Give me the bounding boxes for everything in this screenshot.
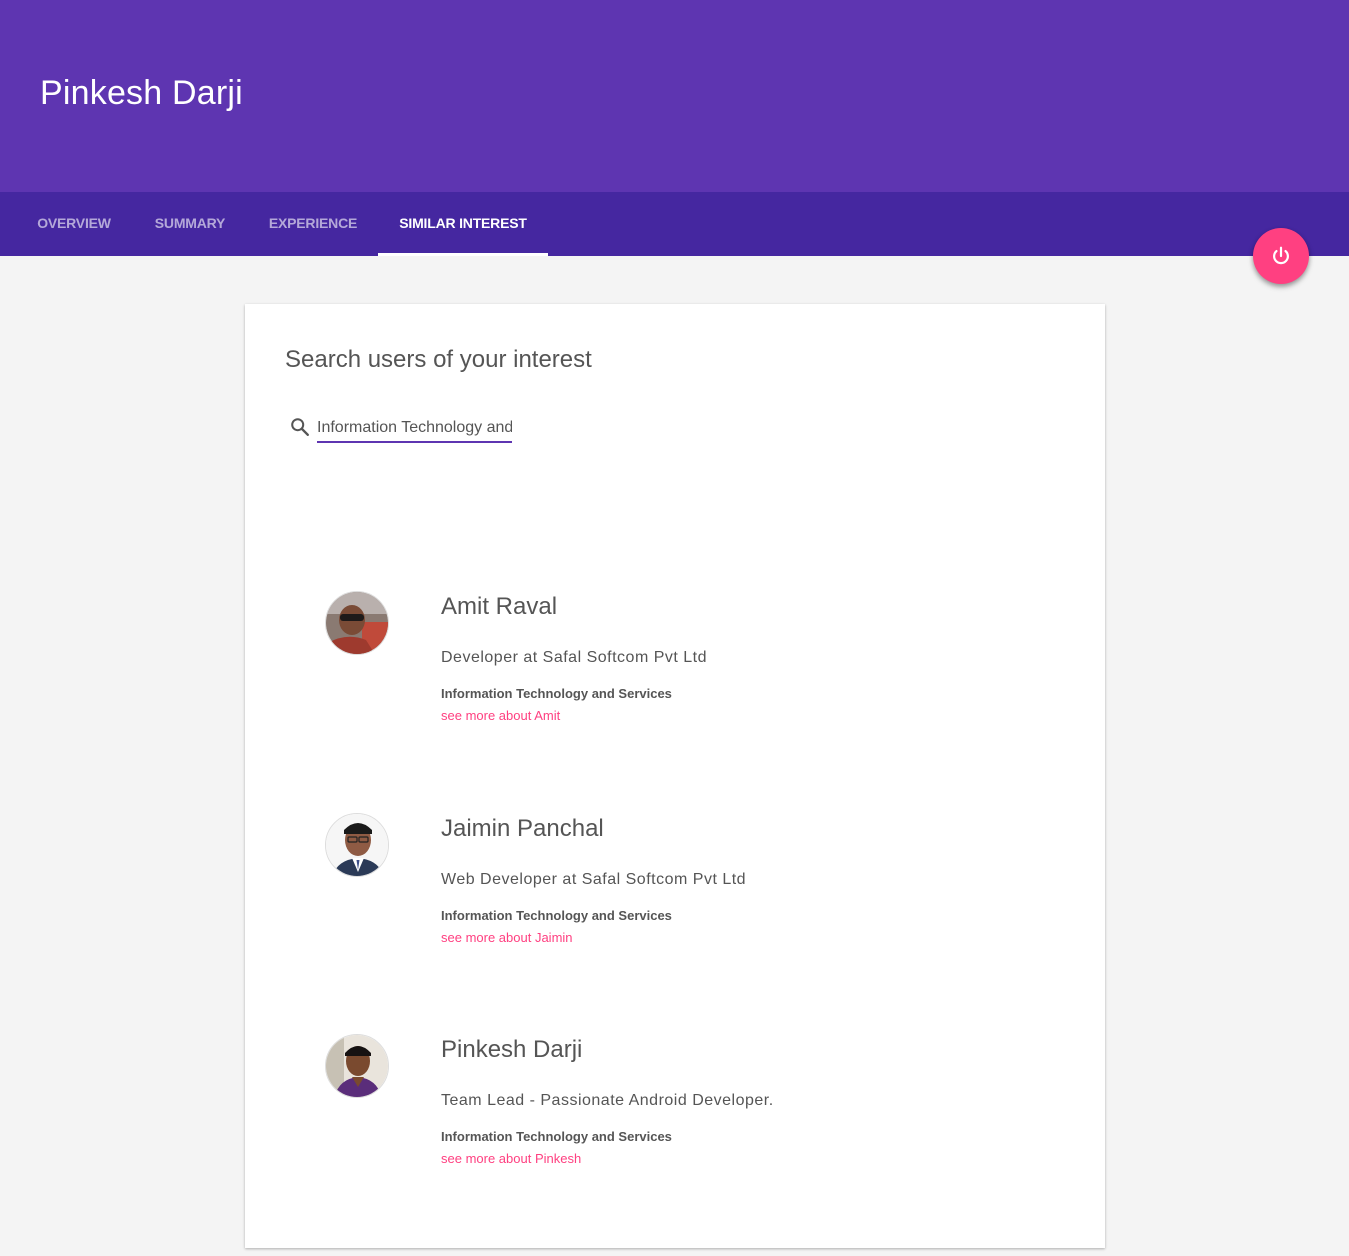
- user-result: Jaimin Panchal Web Developer at Safal So…: [325, 813, 1025, 973]
- tab-experience[interactable]: EXPERIENCE: [248, 192, 378, 256]
- tab-overview[interactable]: OVERVIEW: [16, 192, 132, 256]
- see-more-link[interactable]: see more about Amit: [441, 708, 560, 723]
- tab-summary[interactable]: SUMMARY: [132, 192, 248, 256]
- see-more-link[interactable]: see more about Pinkesh: [441, 1151, 581, 1166]
- avatar[interactable]: [325, 1034, 389, 1098]
- user-industry: Information Technology and Services: [441, 1129, 672, 1144]
- user-headline: Developer at Safal Softcom Pvt Ltd: [441, 649, 708, 666]
- page-title: Pinkesh Darji: [40, 74, 243, 112]
- avatar[interactable]: [325, 591, 389, 655]
- tab-similar-interest[interactable]: SIMILAR INTEREST: [378, 192, 548, 256]
- search-card-title: Search users of your interest: [285, 346, 592, 373]
- search-input[interactable]: [317, 415, 512, 443]
- search-card: Search users of your interest Amit Raval…: [245, 304, 1105, 1248]
- avatar[interactable]: [325, 813, 389, 877]
- user-headline: Team Lead - Passionate Android Developer…: [441, 1092, 774, 1109]
- power-icon: [1273, 246, 1289, 265]
- user-result: Pinkesh Darji Team Lead - Passionate And…: [325, 1034, 1025, 1194]
- user-industry: Information Technology and Services: [441, 908, 672, 923]
- tab-bar: OVERVIEW SUMMARY EXPERIENCE SIMILAR INTE…: [0, 192, 1349, 256]
- user-name: Jaimin Panchal: [441, 815, 604, 842]
- user-result: Amit Raval Developer at Safal Softcom Pv…: [325, 591, 1025, 751]
- user-name: Amit Raval: [441, 593, 558, 620]
- user-headline: Web Developer at Safal Softcom Pvt Ltd: [441, 871, 747, 888]
- user-name: Pinkesh Darji: [441, 1036, 583, 1063]
- user-industry: Information Technology and Services: [441, 686, 672, 701]
- see-more-link[interactable]: see more about Jaimin: [441, 930, 573, 945]
- app-header: Pinkesh Darji: [0, 0, 1349, 192]
- search-icon: [291, 418, 309, 436]
- logout-button[interactable]: [1253, 228, 1309, 284]
